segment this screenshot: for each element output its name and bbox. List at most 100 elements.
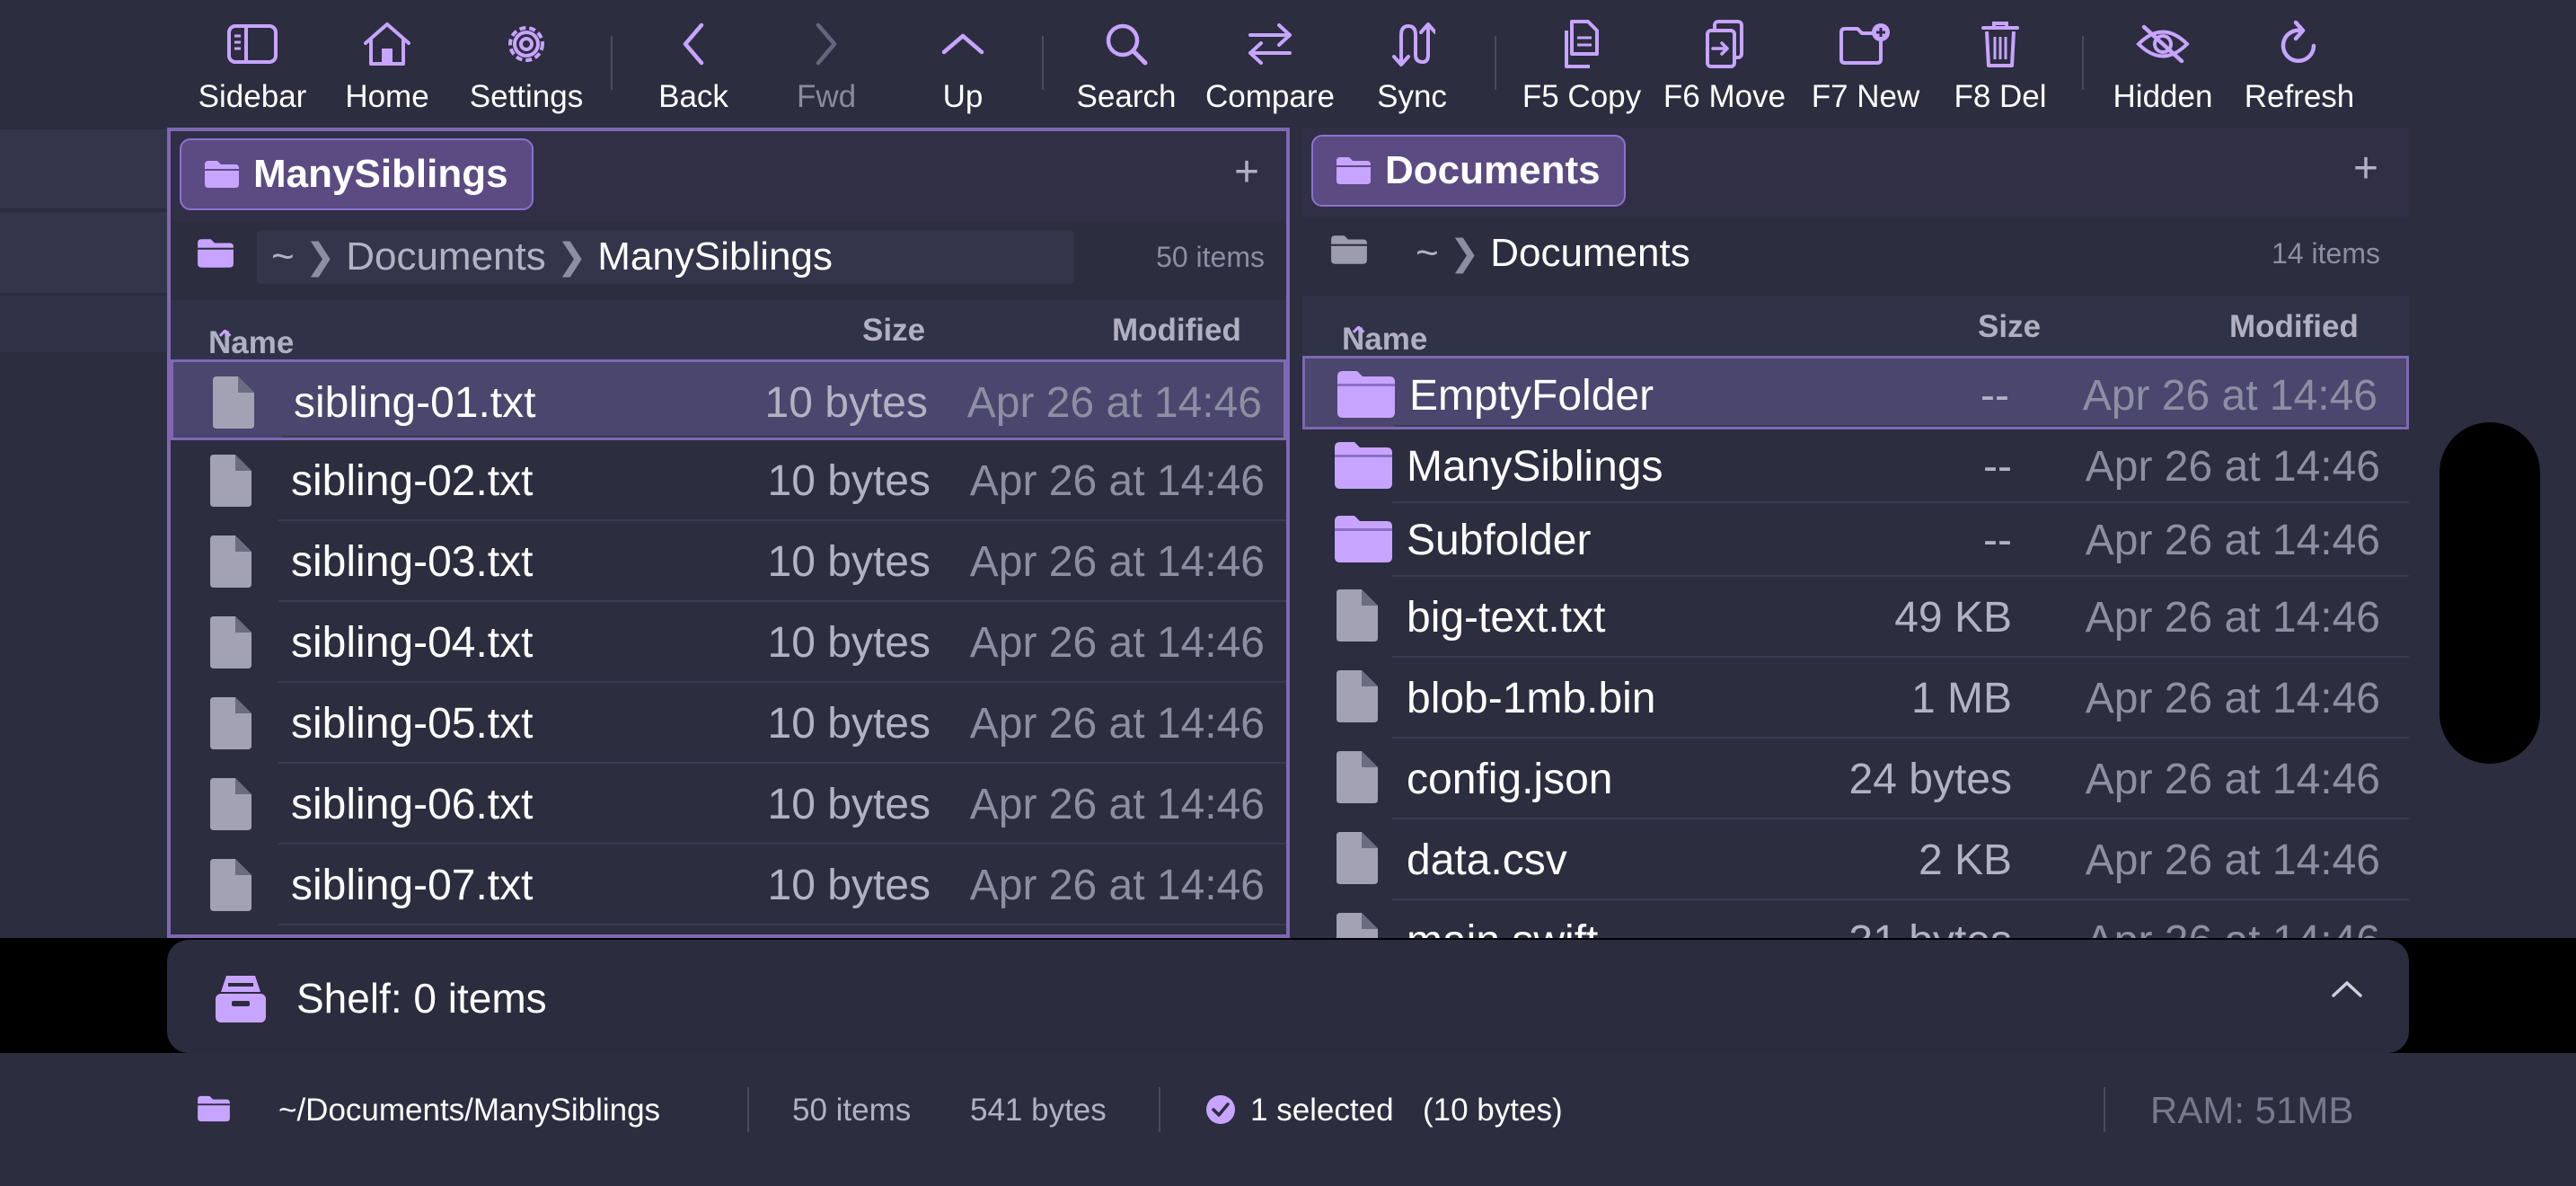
file-row[interactable]: sibling-01.txt 10 bytes Apr 26 at 14:46	[171, 359, 1286, 440]
folder-row[interactable]: EmptyFolder -- Apr 26 at 14:46	[1302, 356, 2409, 429]
chevron-up-icon[interactable]	[2330, 978, 2364, 999]
sync-button[interactable]: Sync	[1371, 16, 1453, 115]
breadcrumb-manysiblings[interactable]: ManySiblings	[597, 235, 833, 279]
file-name: main.swift	[1407, 916, 1598, 938]
scroll-indicator[interactable]	[2439, 422, 2540, 764]
file-modified: Apr 26 at 14:46	[2085, 517, 2380, 564]
file-name: data.csv	[1407, 836, 1567, 884]
file-row[interactable]: sibling-05.txt 10 bytes Apr 26 at 14:46	[171, 683, 1286, 764]
file-modified: Apr 26 at 14:46	[2082, 372, 2378, 420]
breadcrumb-documents[interactable]: Documents	[346, 235, 546, 279]
chevron-right-icon: ❯	[556, 237, 587, 277]
column-modified[interactable]: Modified	[1112, 313, 1241, 349]
column-modified[interactable]: Modified	[2229, 309, 2359, 345]
file-row[interactable]: main.swift 31 bytes Apr 26 at 14:46	[1302, 900, 2409, 938]
sort-ascending-icon: ⌃	[1347, 323, 1371, 352]
toolbar: Sidebar Home Settings Back Fwd Up Search…	[0, 0, 2576, 128]
tab-label: ManySiblings	[253, 152, 508, 196]
search-button[interactable]: Search	[1072, 16, 1180, 115]
file-modified: Apr 26 at 14:46	[2085, 675, 2380, 722]
file-row[interactable]: sibling-04.txt 10 bytes Apr 26 at 14:46	[171, 602, 1286, 683]
file-size: 10 bytes	[767, 781, 931, 828]
home-button[interactable]: Home	[340, 16, 435, 115]
sync-icon	[1384, 16, 1440, 72]
file-row[interactable]: big-text.txt 49 KB Apr 26 at 14:46	[1302, 577, 2409, 658]
file-row[interactable]: sibling-03.txt 10 bytes Apr 26 at 14:46	[171, 521, 1286, 602]
breadcrumb[interactable]: ~ ❯ Documents	[1401, 226, 1690, 280]
file-row[interactable]: config.json 24 bytes Apr 26 at 14:46	[1302, 739, 2409, 819]
file-name: sibling-04.txt	[291, 619, 534, 667]
status-separator	[1159, 1087, 1160, 1132]
back-button[interactable]: Back	[648, 16, 738, 115]
left-pane[interactable]: ManySiblings + ~ ❯ Documents ❯ ManySibli…	[167, 128, 1290, 938]
folder-icon	[1329, 234, 1369, 266]
pane-header: Documents +	[1302, 128, 2409, 217]
add-tab-button[interactable]: +	[1234, 151, 1259, 194]
copy-button[interactable]: F5 Copy	[1518, 16, 1645, 115]
folder-icon	[203, 159, 241, 190]
file-name: sibling-01.txt	[294, 379, 536, 427]
tab-manysiblings[interactable]: ManySiblings	[180, 138, 534, 210]
new-folder-button[interactable]: F7 New	[1807, 16, 1924, 115]
shelf[interactable]: Shelf: 0 items	[167, 940, 2409, 1053]
toolbar-separator	[2082, 36, 2084, 90]
sidebar-button[interactable]: Sidebar	[192, 16, 313, 115]
tab-documents[interactable]: Documents	[1311, 135, 1626, 207]
file-name: Subfolder	[1407, 517, 1592, 564]
breadcrumb-home[interactable]: ~	[1416, 231, 1439, 276]
file-modified: Apr 26 at 14:46	[969, 538, 1265, 586]
forward-label: Fwd	[796, 79, 857, 114]
new-folder-icon	[1838, 16, 1893, 72]
file-row[interactable]: sibling-07.txt 10 bytes Apr 26 at 14:46	[171, 845, 1286, 925]
document-icon	[207, 857, 255, 913]
file-name: sibling-06.txt	[291, 781, 534, 828]
search-label: Search	[1076, 79, 1177, 114]
item-count: 14 items	[2272, 237, 2380, 270]
hidden-button[interactable]: Hidden	[2109, 16, 2217, 115]
status-selected-count: 1 selected	[1250, 1093, 1394, 1128]
up-button[interactable]: Up	[927, 16, 999, 115]
sidebar-strip	[0, 296, 167, 352]
file-size: 10 bytes	[767, 619, 931, 667]
file-name: sibling-05.txt	[291, 700, 534, 748]
column-size[interactable]: Size	[862, 313, 925, 349]
file-size: 10 bytes	[767, 700, 931, 748]
status-item-count: 50 items	[792, 1093, 912, 1128]
move-icon	[1697, 16, 1752, 72]
column-header: Name ⌃ Size Modified	[171, 300, 1286, 360]
compare-button[interactable]: Compare	[1202, 16, 1338, 115]
add-tab-button[interactable]: +	[2353, 147, 2378, 190]
status-path: ~/Documents/ManySiblings	[278, 1093, 661, 1128]
file-row[interactable]: data.csv 2 KB Apr 26 at 14:46	[1302, 819, 2409, 900]
file-row[interactable]: sibling-06.txt 10 bytes Apr 26 at 14:46	[171, 764, 1286, 845]
forward-button[interactable]: Fwd	[785, 16, 868, 115]
right-pane[interactable]: Documents + ~ ❯ Documents 14 items Name ⌃…	[1302, 128, 2409, 938]
sidebar-icon	[225, 16, 280, 72]
file-modified: Apr 26 at 14:46	[969, 781, 1265, 828]
file-size: 10 bytes	[767, 862, 931, 909]
breadcrumb-home[interactable]: ~	[271, 235, 295, 279]
file-row[interactable]: sibling-02.txt 10 bytes Apr 26 at 14:46	[171, 440, 1286, 521]
file-name: EmptyFolder	[1409, 372, 1654, 420]
file-row[interactable]: blob-1mb.bin 1 MB Apr 26 at 14:46	[1302, 658, 2409, 739]
delete-button[interactable]: F8 Del	[1949, 16, 2051, 115]
folder-row[interactable]: ManySiblings -- Apr 26 at 14:46	[1302, 429, 2409, 503]
status-bar: ~/Documents/ManySiblings 50 items 541 by…	[0, 1053, 2576, 1186]
status-separator	[747, 1087, 749, 1132]
file-name: sibling-02.txt	[291, 457, 534, 505]
settings-button[interactable]: Settings	[460, 16, 593, 115]
document-icon	[207, 615, 255, 670]
folder-icon	[1336, 369, 1397, 420]
column-size[interactable]: Size	[1978, 309, 2041, 345]
refresh-label: Refresh	[2244, 79, 2355, 114]
move-button[interactable]: F6 Move	[1660, 16, 1789, 115]
copy-icon	[1554, 16, 1610, 72]
breadcrumb[interactable]: ~ ❯ Documents ❯ ManySiblings	[257, 230, 1074, 284]
delete-label: F8 Del	[1954, 79, 2047, 114]
document-icon	[1333, 588, 1381, 643]
folder-row[interactable]: Subfolder -- Apr 26 at 14:46	[1302, 503, 2409, 577]
file-modified: Apr 26 at 14:46	[969, 457, 1265, 505]
trash-icon	[1972, 16, 2028, 72]
breadcrumb-documents[interactable]: Documents	[1490, 231, 1690, 276]
refresh-button[interactable]: Refresh	[2242, 16, 2357, 115]
